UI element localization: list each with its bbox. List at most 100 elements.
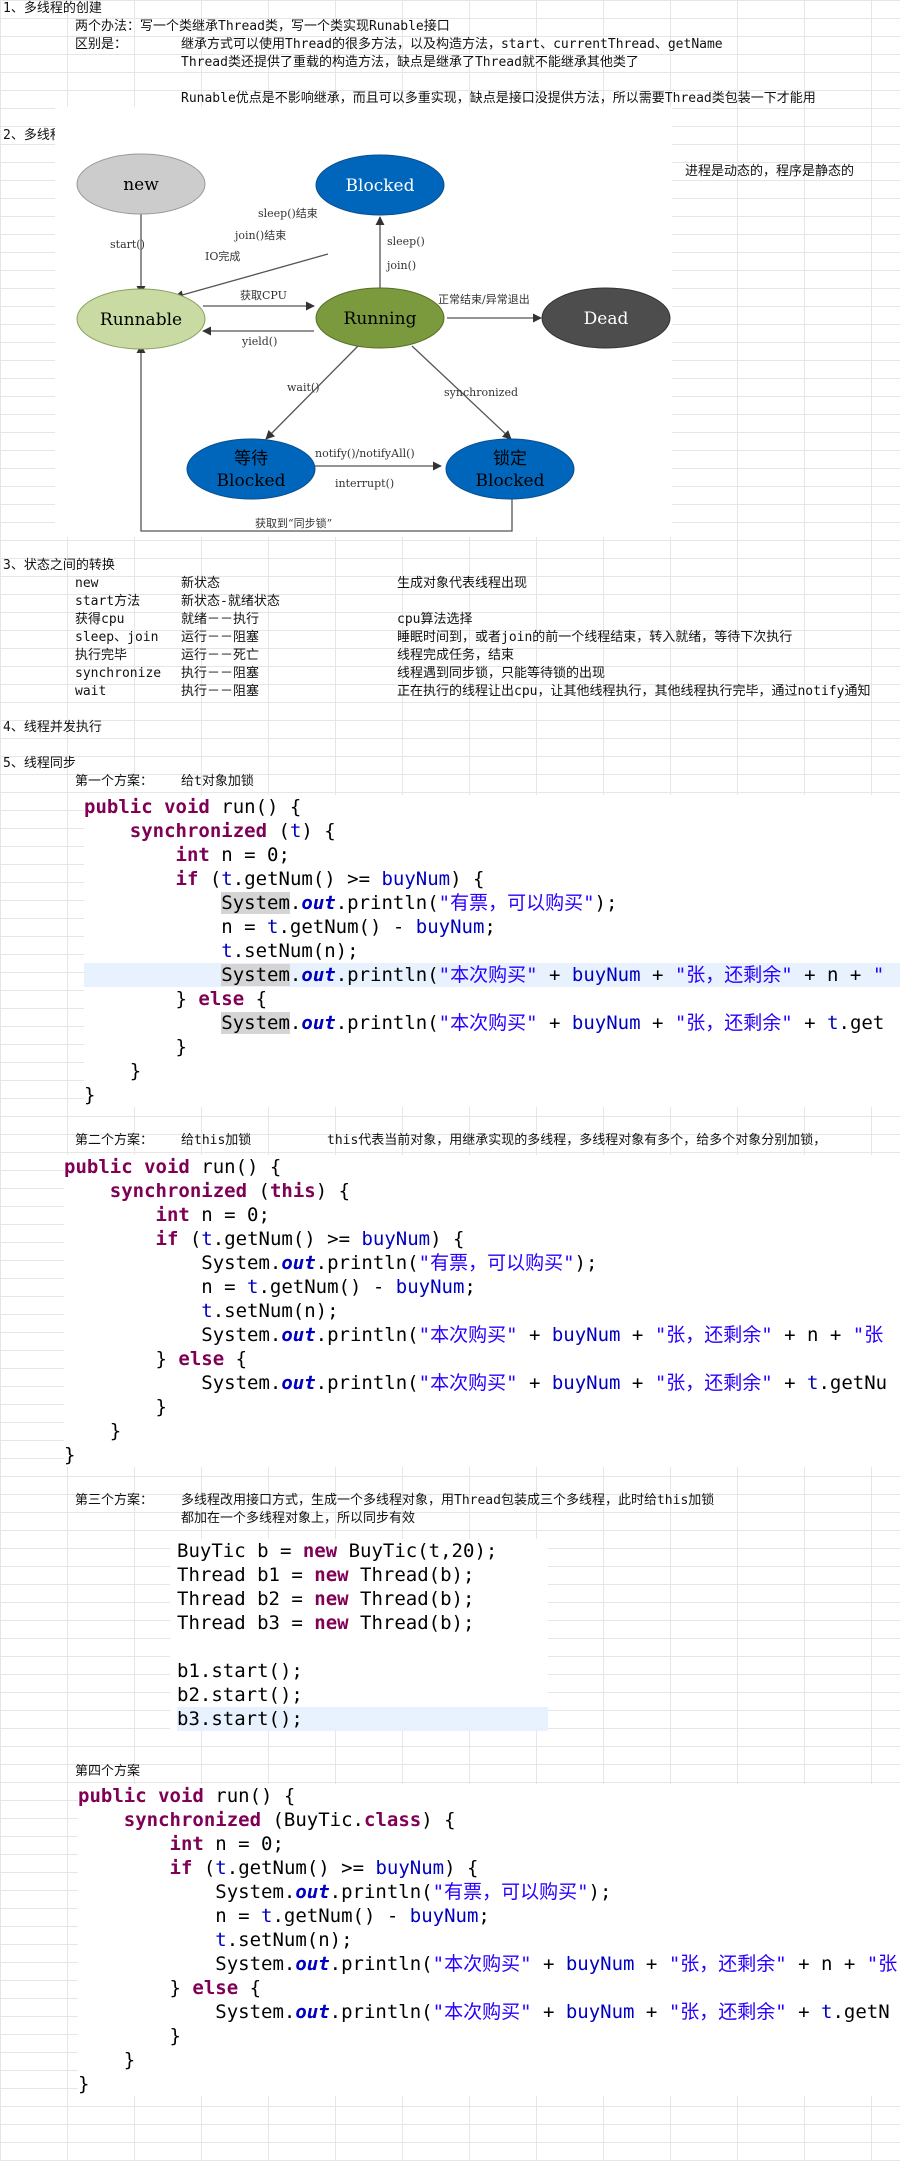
code-token: buyNum [551, 1372, 621, 1394]
code-token: public void [84, 796, 210, 818]
code-token: . [289, 1012, 302, 1034]
code-token: run() { [209, 796, 302, 818]
text-cell: Runable优点是不影响继承，而且可以多重实现，缺点是接口没提供方法，所以需要… [181, 91, 816, 106]
text-cell: 都加在一个多线程对象上，所以同步有效 [181, 1511, 416, 1526]
code-line: } [64, 1443, 900, 1467]
code-token: out [301, 892, 336, 914]
code-token: ; [484, 916, 496, 938]
code-line: } else { [84, 987, 900, 1011]
label-join: join() [385, 259, 416, 272]
label-interrupt: interrupt() [335, 477, 394, 490]
code-token: "有票，可以购买" [432, 1881, 589, 1903]
code-token: .getNum() >= [226, 1857, 376, 1879]
code-token: "本次购买" [438, 1012, 538, 1034]
table-cell-transition: 执行－－阻塞 [181, 666, 260, 681]
section-title: 3、状态之间的转换 [3, 558, 115, 573]
code-token: ( [198, 868, 222, 890]
code-token: ) { [421, 1809, 456, 1831]
code-line: b1.start(); [177, 1659, 548, 1683]
code-line: int n = 0; [64, 1203, 900, 1227]
code-line: n = t.getNum() - buyNum; [84, 915, 900, 939]
code-token: new [314, 1588, 349, 1610]
code-token: buyNum [565, 2001, 635, 2023]
table-cell-description: 生成对象代表线程出现 [397, 576, 528, 591]
code-token: ) { [430, 1228, 465, 1250]
code-token: + [620, 1372, 655, 1394]
code-line: System.out.println("有票，可以购买"); [64, 1251, 900, 1275]
code-token: "张，还剩余" [668, 2001, 787, 2023]
code-token: ; [464, 1276, 476, 1298]
table-cell-event: new [75, 576, 99, 591]
text-cell: 第三个方案： [75, 1493, 154, 1508]
code-line: } [64, 1395, 900, 1419]
code-token: .println( [335, 892, 439, 914]
text-cell: 给this加锁 [181, 1133, 252, 1148]
code-token: t [201, 1300, 213, 1322]
table-cell-event: sleep、join [75, 630, 159, 645]
code-token: out [281, 1372, 316, 1394]
table-cell-transition: 运行－－阻塞 [181, 630, 260, 645]
code-token: public void [64, 1156, 190, 1178]
table-cell-description: 线程完成任务，结束 [397, 648, 515, 663]
code-line: public void run() { [84, 795, 900, 819]
section-title: 4、线程并发执行 [3, 720, 102, 735]
code-block-2: public void run() { synchronized (this) … [64, 1155, 900, 1467]
code-token: "张，还剩余" [654, 1372, 773, 1394]
code-token: ( [178, 1228, 202, 1250]
code-line: Thread b3 = new Thread(b); [177, 1611, 548, 1635]
code-token: t [247, 1276, 259, 1298]
code-token: buyNum [415, 916, 485, 938]
code-line: } [78, 2048, 900, 2072]
code-token: .getNum() >= [232, 868, 382, 890]
label-start: start() [110, 238, 145, 251]
code-token: + [537, 1012, 572, 1034]
code-token: t [221, 940, 233, 962]
code-token: .get [838, 1012, 885, 1034]
code-token: } [64, 1348, 179, 1370]
code-token: out [295, 2001, 330, 2023]
code-token: ( [192, 1857, 216, 1879]
code-token: System. [78, 1953, 296, 1975]
table-cell-description: 正在执行的线程让出cpu，让其他线程执行，其他线程执行完毕，通过notify通知 [397, 684, 871, 699]
table-cell-event: wait [75, 684, 107, 699]
code-token: else [178, 1348, 225, 1370]
code-token: t [201, 1228, 213, 1250]
section-title: 5、线程同步 [3, 756, 76, 771]
code-token: .getN [832, 2001, 890, 2023]
code-block-1: public void run() { synchronized (t) { i… [84, 795, 900, 1107]
code-token: buyNum [395, 1276, 465, 1298]
code-token: .getNum() - [258, 1276, 396, 1298]
label-get-cpu: 获取CPU [240, 289, 287, 302]
code-token: "张，还剩余" [674, 964, 793, 986]
code-line: t.setNum(n); [84, 939, 900, 963]
code-token: } [64, 1444, 76, 1466]
code-token: b3.start(); [177, 1708, 303, 1730]
code-token: ; [478, 1905, 490, 1927]
code-line: System.out.println("本次购买" + buyNum + "张，… [64, 1323, 900, 1347]
text-cell: 进程是动态的，程序是静态的 [685, 164, 855, 179]
table-cell-transition: 运行－－死亡 [181, 648, 260, 663]
code-line: int n = 0; [78, 1832, 900, 1856]
code-token: n = [84, 916, 268, 938]
code-token: int [155, 1204, 190, 1226]
code-token: { [238, 1977, 262, 1999]
state-waiting-sublabel: Blocked [217, 471, 286, 491]
code-token: "本次购买" [418, 1372, 518, 1394]
code-token: if [155, 1228, 179, 1250]
code-token: n = [64, 1276, 248, 1298]
code-token: buyNum [571, 964, 641, 986]
code-token: buyNum [381, 868, 451, 890]
code-token: t [215, 1929, 227, 1951]
state-blocked-label: Blocked [346, 176, 415, 196]
table-cell-event: 执行完毕 [75, 648, 128, 663]
code-token: else [192, 1977, 239, 1999]
state-locked-label: 锁定 [493, 449, 527, 469]
code-line: } else { [78, 1976, 900, 2000]
code-token: System. [64, 1324, 282, 1346]
state-waiting-label: 等待 [234, 449, 268, 469]
table-cell-event: synchronize [75, 666, 162, 681]
label-wait: wait() [287, 381, 320, 394]
